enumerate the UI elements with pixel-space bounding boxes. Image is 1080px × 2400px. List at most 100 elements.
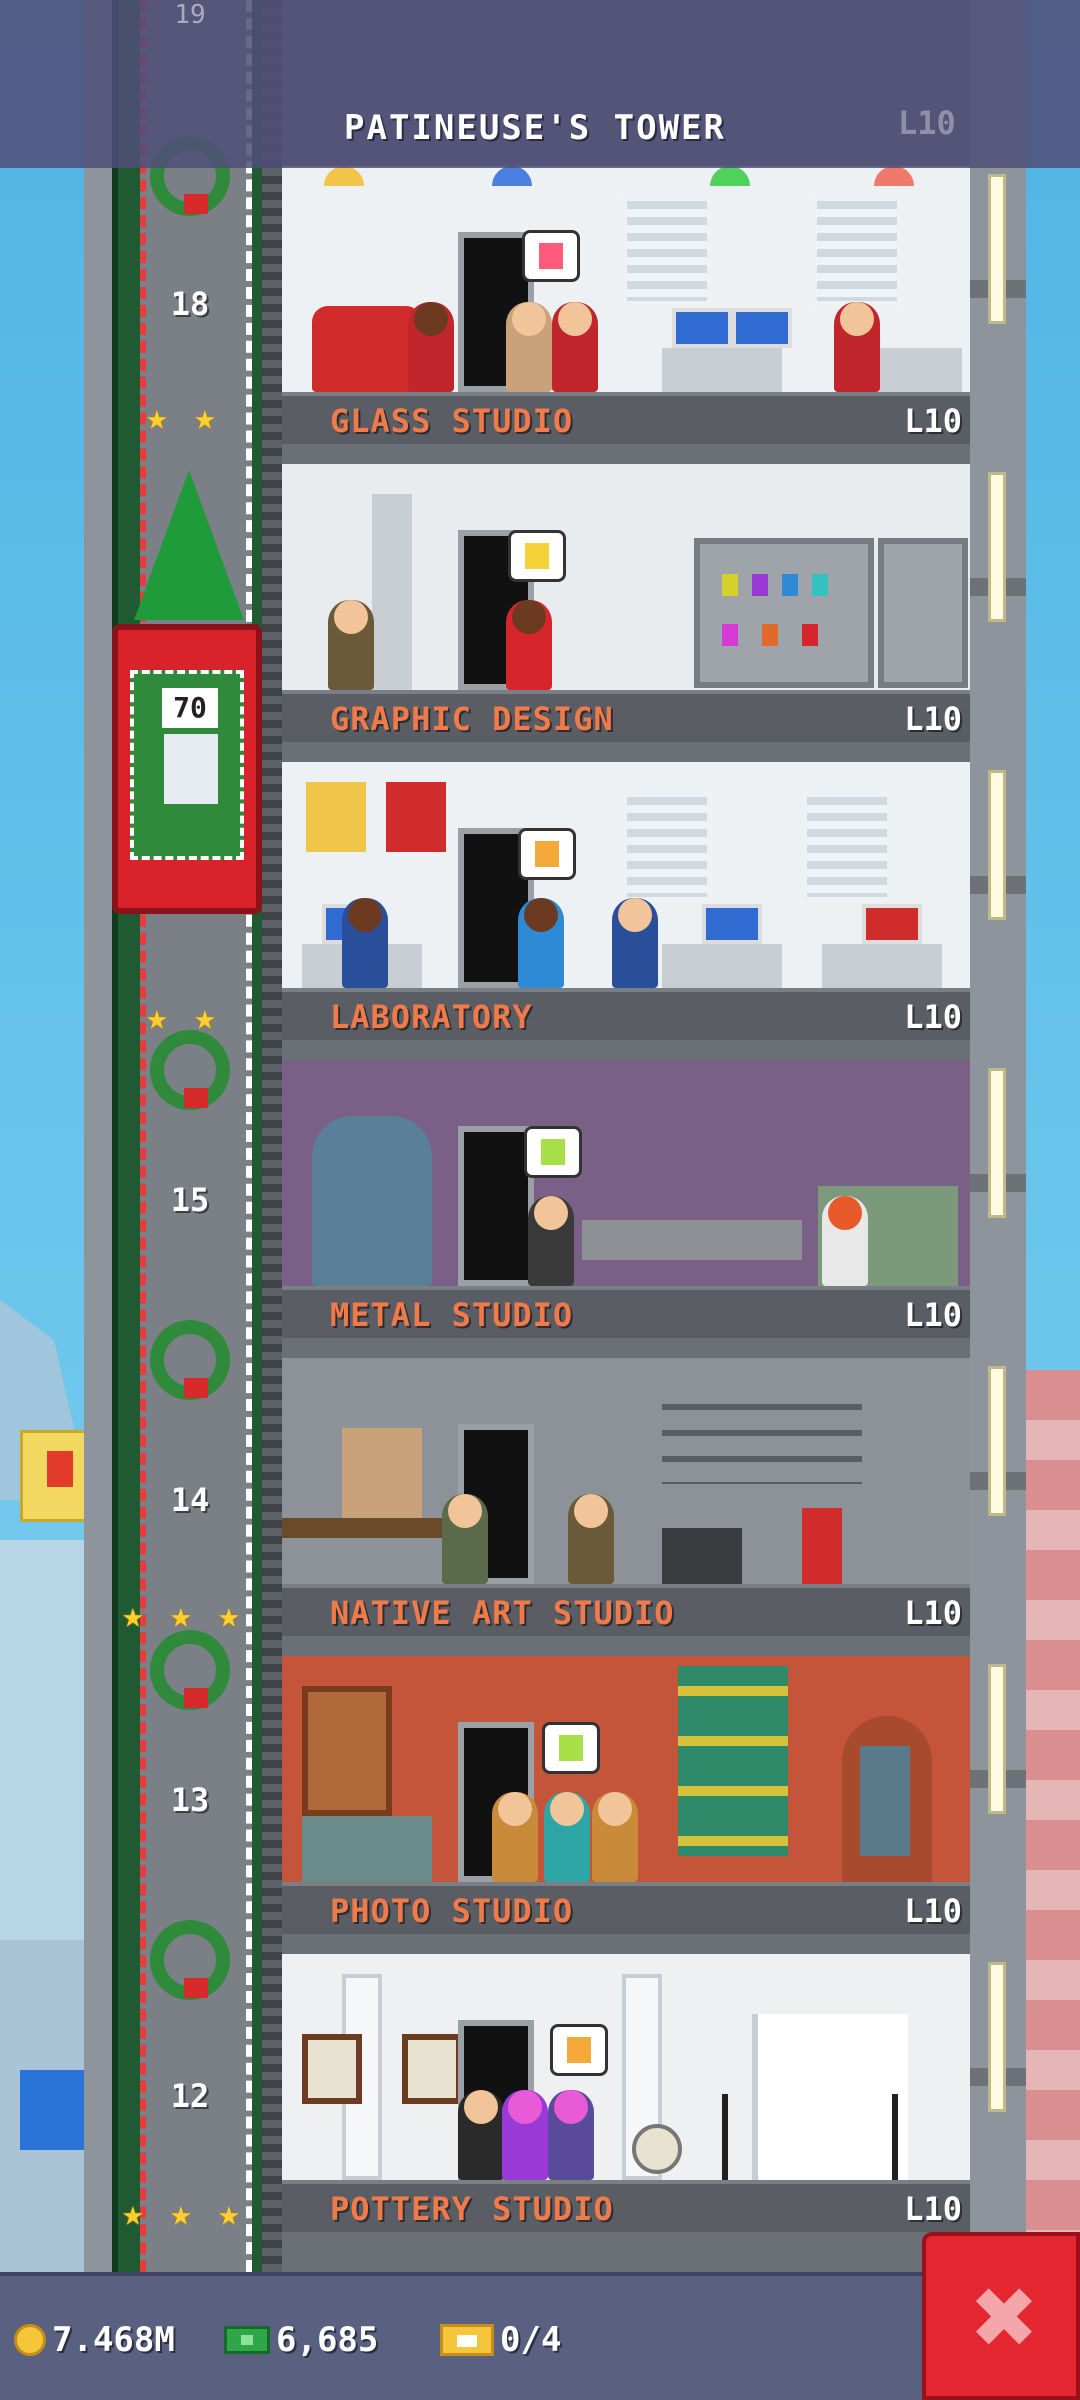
window (622, 792, 712, 902)
tower-header: 19 PATINEUSE'S TOWER L10 (0, 0, 1080, 168)
window (622, 196, 712, 306)
window-light (988, 1962, 1006, 2112)
room-interior (282, 464, 970, 690)
bitizen[interactable] (518, 898, 564, 988)
star-icon: ★ (170, 1595, 192, 1636)
thought-bubble (550, 2024, 608, 2076)
tower-name[interactable]: PATINEUSE'S TOWER (344, 108, 726, 148)
red-toolbox (802, 1508, 842, 1584)
elevator-car-interior: 70 (130, 670, 244, 860)
floor-graphic-design[interactable]: GRAPHIC DESIGN L10 (282, 464, 970, 742)
floor-nameplate: PHOTO STUDIO L10 (282, 1882, 970, 1934)
cabinet (302, 1816, 432, 1882)
computer-screen (732, 308, 792, 348)
reflector-disc (632, 2124, 682, 2174)
bux-value: 6,685 (276, 2320, 379, 2360)
tickets-stat[interactable]: 0/4 (440, 2316, 561, 2364)
floor-name: GRAPHIC DESIGN (330, 700, 614, 738)
glass-jar (782, 574, 798, 596)
floor-laboratory[interactable]: LABORATORY L10 (282, 762, 970, 1040)
bitizen-pirate[interactable] (834, 302, 880, 392)
shelf (878, 538, 968, 688)
bitizen[interactable] (492, 1792, 538, 1882)
coins-value: 7.468M (52, 2320, 175, 2360)
star-icon: ★ (218, 2193, 240, 2234)
bitizen-clown[interactable] (822, 1196, 868, 1286)
computer-screen (862, 904, 922, 944)
woven-tapestry (678, 1666, 788, 1856)
floor-metal-studio[interactable]: METAL STUDIO L10 (282, 1060, 970, 1338)
desk (662, 348, 782, 392)
bitizen[interactable] (442, 1494, 488, 1584)
red-couch (312, 306, 422, 392)
pegboard (342, 1428, 422, 1518)
bitizen-scientist[interactable] (528, 1196, 574, 1286)
floor-name: NATIVE ART STUDIO (330, 1594, 675, 1632)
bitizen-nun[interactable] (328, 600, 374, 690)
bitizen[interactable] (502, 2090, 548, 2180)
shaft-pillar (84, 0, 112, 2272)
bitizen[interactable] (544, 1792, 590, 1882)
glass-jar (722, 624, 738, 646)
floor-glass-studio[interactable]: GLASS STUDIO L10 (282, 166, 970, 444)
light-stand (892, 2094, 898, 2180)
window (802, 792, 892, 902)
star-icon: ★ (194, 397, 216, 438)
anvil (662, 1528, 742, 1584)
thought-bubble (518, 828, 576, 880)
floor-nameplate: LABORATORY L10 (282, 988, 970, 1040)
floor-name: METAL STUDIO (330, 1296, 574, 1334)
room-door (458, 1126, 534, 1286)
floor-nameplate: GLASS STUDIO L10 (282, 392, 970, 444)
bitizen[interactable] (592, 1792, 638, 1882)
star-icon: ★ (122, 1595, 144, 1636)
floor-name: GLASS STUDIO (330, 402, 574, 440)
floor-level: L10 (904, 402, 962, 440)
bitizen[interactable] (506, 600, 552, 690)
bitizen-pirate[interactable] (552, 302, 598, 392)
bitizen[interactable] (506, 302, 552, 392)
thought-bubble (542, 1722, 600, 1774)
coins-stat[interactable]: 7.468M (14, 2316, 175, 2364)
lab-bench (582, 1220, 802, 1260)
bitizen[interactable] (548, 2090, 594, 2180)
wreath-icon (150, 1320, 230, 1400)
floor-pottery-studio[interactable]: POTTERY STUDIO L10 (282, 1954, 970, 2232)
shaft-floor-number: 14 (170, 1481, 210, 1519)
computer-screen (672, 308, 732, 348)
window-light (988, 770, 1006, 920)
framed-picture (302, 2034, 362, 2104)
glass-jar (802, 624, 818, 646)
floor-native-art-studio[interactable]: NATIVE ART STUDIO L10 (282, 1358, 970, 1636)
floor-level: L10 (904, 1594, 962, 1632)
status-bar: 7.468M 6,685 0/4 (0, 2272, 930, 2400)
fridge (372, 494, 412, 690)
bitizen[interactable] (568, 1494, 614, 1584)
window-light (988, 174, 1006, 324)
lamp-icon (874, 166, 914, 186)
elevator-car[interactable]: 70 (112, 624, 262, 914)
fries-icon (47, 1451, 73, 1487)
floor-level: L10 (904, 700, 962, 738)
bitizen[interactable] (342, 898, 388, 988)
wreath-icon (150, 1630, 230, 1710)
floor-nameplate: POTTERY STUDIO L10 (282, 2180, 970, 2232)
bellhop-robot-icon (164, 734, 218, 804)
bux-stat[interactable]: 6,685 (224, 2316, 378, 2364)
close-button[interactable]: ✖ (922, 2232, 1080, 2400)
bitizen[interactable] (612, 898, 658, 988)
photo-backdrop (752, 2014, 908, 2180)
room-interior (282, 1954, 970, 2180)
bitizen-pirate[interactable] (408, 302, 454, 392)
floor-level: L10 (904, 2190, 962, 2228)
shaft-floor-number: 15 (170, 1181, 210, 1219)
floor-photo-studio[interactable]: PHOTO STUDIO L10 (282, 1656, 970, 1934)
floor-level: L10 (904, 998, 962, 1036)
bitizen[interactable] (458, 2090, 504, 2180)
light-stand (722, 2094, 728, 2180)
poster (306, 782, 366, 852)
floor-name: LABORATORY (330, 998, 533, 1036)
window-light (988, 1664, 1006, 1814)
golden-ticket-icon (440, 2324, 494, 2356)
shaft-floor-number: 18 (170, 285, 210, 323)
